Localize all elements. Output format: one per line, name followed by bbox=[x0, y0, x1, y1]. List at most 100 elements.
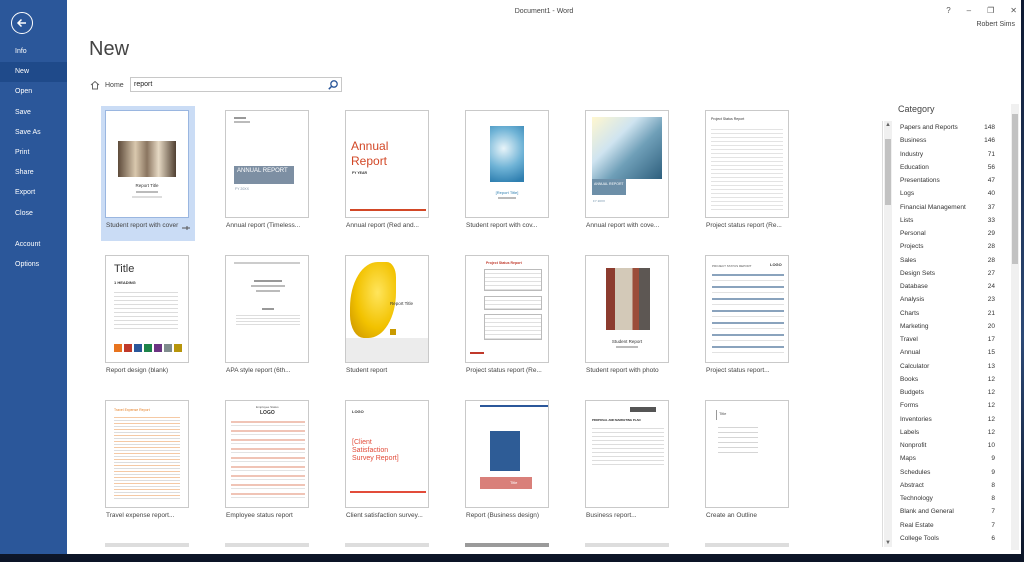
nav-save-as[interactable]: Save As bbox=[0, 123, 67, 143]
thumb-line bbox=[132, 196, 162, 198]
template-search-box[interactable] bbox=[130, 77, 342, 92]
category-item[interactable]: Database 24 bbox=[883, 280, 1008, 293]
nav-close[interactable]: Close bbox=[0, 204, 67, 224]
template-label: Report design (blank) bbox=[106, 367, 169, 374]
template-tile[interactable]: ANNUAL REPORT FY 20XX Annual report with… bbox=[581, 106, 675, 241]
category-count: 12 bbox=[987, 375, 995, 383]
category-item[interactable]: Design Sets 27 bbox=[883, 267, 1008, 280]
category-item[interactable]: Financial Management 37 bbox=[883, 201, 1008, 214]
nav-print[interactable]: Print bbox=[0, 143, 67, 163]
template-thumbnail: Student Report bbox=[585, 255, 669, 363]
category-count: 56 bbox=[987, 163, 995, 171]
nav-new[interactable]: New bbox=[0, 62, 67, 83]
restore-button[interactable]: ❐ bbox=[987, 6, 994, 15]
category-item[interactable]: Business 146 bbox=[883, 134, 1008, 147]
category-item[interactable]: Abstract 8 bbox=[883, 479, 1008, 492]
category-item[interactable]: College Tools 6 bbox=[883, 532, 1008, 545]
template-tile[interactable]: Travel Expense Report Travel expense rep… bbox=[101, 396, 195, 531]
template-tile[interactable]: Title Report (Business design) bbox=[461, 396, 555, 531]
template-label: Project status report (Re... bbox=[466, 367, 542, 374]
category-item[interactable]: Labels 12 bbox=[883, 426, 1008, 439]
nav-share[interactable]: Share bbox=[0, 163, 67, 183]
search-input[interactable] bbox=[134, 79, 324, 90]
category-item[interactable]: Real Estate 7 bbox=[883, 519, 1008, 532]
category-item[interactable]: Logs 40 bbox=[883, 187, 1008, 200]
category-item[interactable]: Projects 28 bbox=[883, 240, 1008, 253]
template-tile[interactable]: Project Status Report Project status rep… bbox=[701, 106, 795, 241]
category-item[interactable]: Blank and General 7 bbox=[883, 505, 1008, 518]
category-item[interactable]: Sales 28 bbox=[883, 254, 1008, 267]
template-tile-peek[interactable] bbox=[225, 543, 309, 547]
close-button[interactable]: ✕ bbox=[1010, 6, 1017, 15]
template-tile[interactable]: APA style report (6th... bbox=[221, 251, 315, 386]
template-tile-peek[interactable] bbox=[105, 543, 189, 547]
category-item[interactable]: Industry 71 bbox=[883, 148, 1008, 161]
minimize-button[interactable]: – bbox=[967, 6, 971, 15]
home-link[interactable]: Home bbox=[90, 80, 124, 90]
category-item[interactable]: Maps 9 bbox=[883, 452, 1008, 465]
template-tile-peek[interactable] bbox=[585, 543, 669, 547]
template-tile[interactable]: Project Status Report Project status rep… bbox=[461, 251, 555, 386]
nav-info[interactable]: Info bbox=[0, 42, 67, 62]
category-item[interactable]: Schedules 9 bbox=[883, 466, 1008, 479]
category-item[interactable]: Budgets 12 bbox=[883, 386, 1008, 399]
category-item[interactable]: Marketing 20 bbox=[883, 320, 1008, 333]
template-thumbnail: PROJECT STATUS REPORT LOGO bbox=[705, 255, 789, 363]
category-count: 6 bbox=[991, 534, 995, 542]
template-tile-peek[interactable] bbox=[345, 543, 429, 547]
template-tile[interactable]: Report Title Student report with cover bbox=[101, 106, 195, 241]
nav-account[interactable]: Account bbox=[0, 235, 67, 255]
building-photo bbox=[592, 117, 662, 179]
category-count: 17 bbox=[987, 336, 995, 344]
nav-options[interactable]: Options bbox=[0, 255, 67, 275]
color-swatch bbox=[144, 344, 152, 352]
category-item[interactable]: Inventories 12 bbox=[883, 413, 1008, 426]
category-name: Inventories bbox=[900, 415, 932, 423]
category-item[interactable]: Forms 12 bbox=[883, 399, 1008, 412]
category-item[interactable]: Annual 15 bbox=[883, 346, 1008, 359]
template-tile[interactable]: Report Title Student report bbox=[341, 251, 435, 386]
thumb-lines bbox=[718, 423, 758, 457]
thumb-line bbox=[470, 352, 484, 354]
category-item[interactable]: Nonprofit 10 bbox=[883, 439, 1008, 452]
pin-icon[interactable] bbox=[182, 225, 190, 231]
search-icon[interactable] bbox=[327, 79, 339, 91]
thumb-lines bbox=[712, 274, 784, 356]
category-item[interactable]: Education 56 bbox=[883, 161, 1008, 174]
template-tile[interactable]: PROPOSAL AND MARKETING PLAN Business rep… bbox=[581, 396, 675, 531]
help-button[interactable]: ? bbox=[946, 6, 950, 15]
category-name: Travel bbox=[900, 336, 918, 344]
template-tile-peek[interactable] bbox=[465, 543, 549, 547]
template-tile-peek[interactable] bbox=[705, 543, 789, 547]
category-item[interactable]: Travel 17 bbox=[883, 333, 1008, 346]
template-tile[interactable]: Title Create an Outline bbox=[701, 396, 795, 531]
category-item[interactable]: Charts 21 bbox=[883, 307, 1008, 320]
template-tile[interactable]: ANNUAL REPORT FY 20XX Annual report (Tim… bbox=[221, 106, 315, 241]
account-user-name[interactable]: Robert Sims bbox=[976, 21, 1015, 28]
nav-open[interactable]: Open bbox=[0, 82, 67, 102]
category-item[interactable]: Papers and Reports 148 bbox=[883, 121, 1008, 134]
template-label: APA style report (6th... bbox=[226, 367, 291, 374]
category-item[interactable]: Analysis 23 bbox=[883, 293, 1008, 306]
nav-export[interactable]: Export bbox=[0, 183, 67, 203]
category-item[interactable]: Calculator 13 bbox=[883, 360, 1008, 373]
template-tile[interactable]: LOGO [Client Satisfaction Survey Report]… bbox=[341, 396, 435, 531]
category-item[interactable]: Personal 29 bbox=[883, 227, 1008, 240]
category-item[interactable]: Books 12 bbox=[883, 373, 1008, 386]
category-item[interactable]: Lists 33 bbox=[883, 214, 1008, 227]
gallery-scrollbar[interactable] bbox=[1011, 104, 1019, 550]
template-tile[interactable]: PROJECT STATUS REPORT LOGO Project statu… bbox=[701, 251, 795, 386]
scrollbar-thumb[interactable] bbox=[1012, 114, 1018, 264]
thumb-title: Title bbox=[719, 411, 727, 416]
template-tile[interactable]: Employee Status LOGO Employee status rep… bbox=[221, 396, 315, 531]
category-item[interactable]: Technology 8 bbox=[883, 492, 1008, 505]
thumb-line bbox=[256, 290, 280, 292]
category-item[interactable]: Presentations 47 bbox=[883, 174, 1008, 187]
template-label: Annual report with cove... bbox=[586, 222, 660, 229]
template-tile[interactable]: Annual Report FY YEAR Annual report (Red… bbox=[341, 106, 435, 241]
template-tile[interactable]: [Report Title] Student report with cov..… bbox=[461, 106, 555, 241]
template-tile[interactable]: Title 1 HEADING Report design (blank) bbox=[101, 251, 195, 386]
template-tile[interactable]: Student Report Student report with photo bbox=[581, 251, 675, 386]
nav-save[interactable]: Save bbox=[0, 103, 67, 123]
back-button[interactable] bbox=[11, 12, 33, 34]
